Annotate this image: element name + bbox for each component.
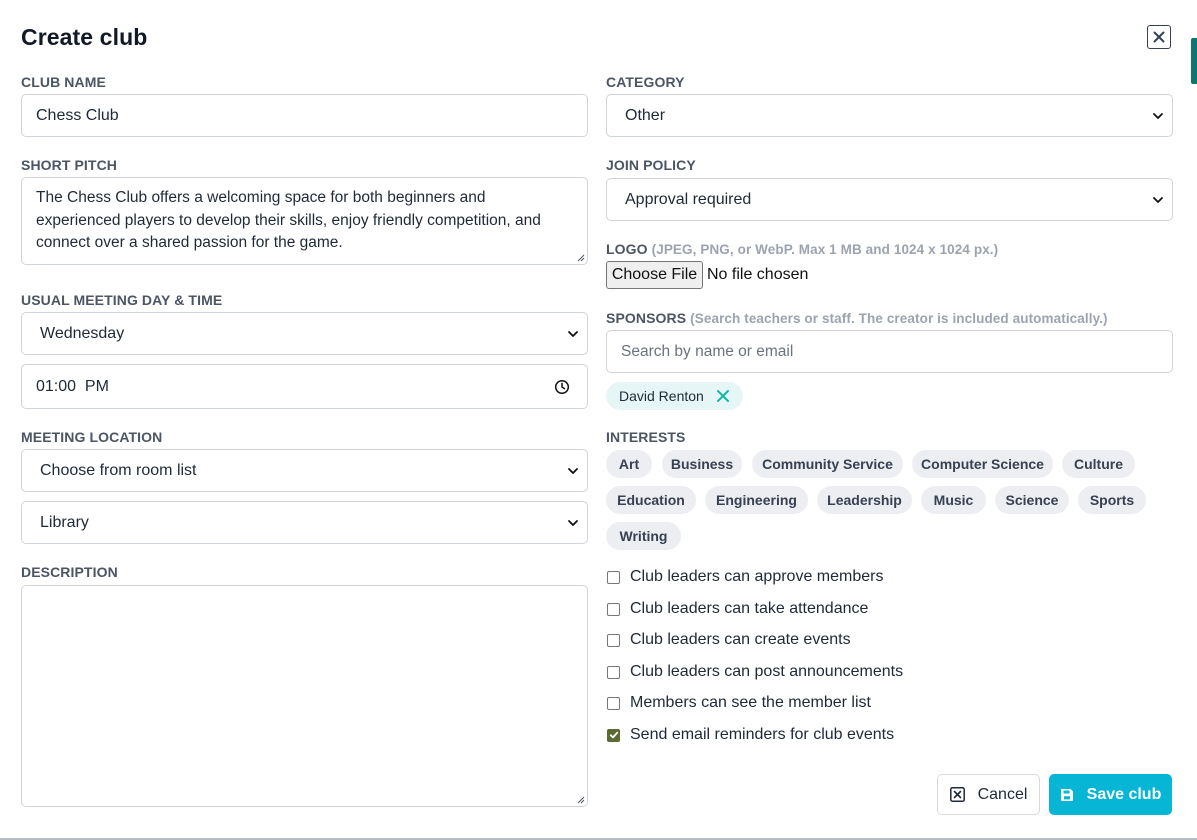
option-see-member-list[interactable]: Members can see the member list <box>606 693 871 713</box>
interest-tag-art[interactable]: Art <box>606 450 652 478</box>
option-label: Club leaders can take attendance <box>630 600 869 617</box>
option-take-attendance[interactable]: Club leaders can take attendance <box>606 599 868 619</box>
sponsors-label: SPONSORS (Search teachers or staff. The … <box>606 310 1108 326</box>
option-approve-members[interactable]: Club leaders can approve members <box>606 567 883 587</box>
short-pitch-textarea[interactable]: The Chess Club offers a welcoming space … <box>21 177 588 265</box>
location-room-value: Library <box>40 513 89 531</box>
option-label: Members can see the member list <box>630 694 871 711</box>
background-page-edge <box>1191 38 1197 84</box>
interests-label: INTERESTS <box>606 429 686 445</box>
option-create-events[interactable]: Club leaders can create events <box>606 630 851 650</box>
short-pitch-text: The Chess Club offers a welcoming space … <box>36 189 541 251</box>
remove-sponsor-button[interactable] <box>716 389 730 403</box>
interest-tag-engineering[interactable]: Engineering <box>705 486 808 514</box>
join-policy-label: JOIN POLICY <box>606 157 696 173</box>
option-label: Send email reminders for club events <box>630 726 895 743</box>
close-button[interactable] <box>1147 25 1171 49</box>
resize-grip-icon[interactable] <box>575 794 585 804</box>
chevron-down-icon <box>568 467 578 474</box>
option-post-announcements[interactable]: Club leaders can post announcements <box>606 662 903 682</box>
option-label: Club leaders can create events <box>630 631 851 648</box>
checkbox[interactable] <box>607 570 620 584</box>
join-policy-value: Approval required <box>625 190 752 208</box>
location-mode-select[interactable]: Choose from room list <box>21 449 588 492</box>
checkbox[interactable] <box>607 633 620 647</box>
join-policy-select[interactable]: Approval required <box>606 178 1173 221</box>
sponsors-label-text: SPONSORS <box>606 310 687 326</box>
location-mode-value: Choose from room list <box>40 461 197 479</box>
resize-grip-icon[interactable] <box>575 252 585 262</box>
category-value: Other <box>625 106 666 124</box>
create-club-modal: Create club CLUB NAME Chess Club SHORT P… <box>0 0 1197 840</box>
category-label: CATEGORY <box>606 74 685 90</box>
option-label: Club leaders can approve members <box>630 568 884 585</box>
cancel-button[interactable]: Cancel <box>937 774 1040 815</box>
meeting-day-select[interactable]: Wednesday <box>21 312 588 355</box>
interest-tag-culture[interactable]: Culture <box>1062 450 1135 478</box>
interest-tag-music[interactable]: Music <box>921 486 986 514</box>
meeting-time-value: 01:00 PM <box>36 377 109 395</box>
category-select[interactable]: Other <box>606 94 1173 137</box>
interest-tag-science[interactable]: Science <box>995 486 1069 514</box>
interest-tag-business[interactable]: Business <box>662 450 742 478</box>
option-email-reminders[interactable]: Send email reminders for club events <box>606 725 894 745</box>
meeting-label: USUAL MEETING DAY & TIME <box>21 292 223 308</box>
checkbox[interactable] <box>607 665 620 679</box>
chevron-down-icon <box>568 519 578 526</box>
save-label: Save club <box>1086 785 1162 803</box>
sponsor-chip-name: David Renton <box>619 388 704 404</box>
checkbox[interactable] <box>607 602 620 616</box>
description-textarea[interactable] <box>21 585 588 807</box>
club-name-input[interactable]: Chess Club <box>21 94 588 137</box>
interest-tag-sports[interactable]: Sports <box>1078 486 1146 514</box>
cancel-label: Cancel <box>977 785 1028 803</box>
description-label: DESCRIPTION <box>21 564 118 580</box>
logo-label: LOGO (JPEG, PNG, or WebP. Max 1 MB and 1… <box>606 241 998 257</box>
interest-tag-computer-science[interactable]: Computer Science <box>912 450 1053 478</box>
location-room-select[interactable]: Library <box>21 501 588 544</box>
sponsor-chip: David Renton <box>606 382 743 410</box>
save-icon <box>1060 788 1073 801</box>
save-club-button[interactable]: Save club <box>1049 774 1172 815</box>
clock-icon[interactable] <box>554 379 570 395</box>
location-label: MEETING LOCATION <box>21 429 163 445</box>
file-status-text: No file chosen <box>707 266 809 283</box>
meeting-day-value: Wednesday <box>40 324 125 342</box>
remove-x-icon <box>716 390 729 402</box>
interest-tag-writing[interactable]: Writing <box>606 522 681 550</box>
logo-hint: (JPEG, PNG, or WebP. Max 1 MB and 1024 x… <box>651 242 999 257</box>
checkbox-checked[interactable] <box>607 728 620 742</box>
interest-tag-leadership[interactable]: Leadership <box>817 486 912 514</box>
close-icon <box>1153 31 1165 43</box>
option-label: Club leaders can post announcements <box>630 663 904 680</box>
sponsors-hint: (Search teachers or staff. The creator i… <box>690 311 1108 326</box>
interest-tag-education[interactable]: Education <box>606 486 696 514</box>
meeting-time-input[interactable]: 01:00 PM <box>21 364 588 409</box>
checkmark-icon <box>609 731 618 739</box>
club-name-label: CLUB NAME <box>21 74 106 90</box>
short-pitch-label: SHORT PITCH <box>21 157 117 173</box>
modal-title: Create club <box>21 24 148 50</box>
logo-label-text: LOGO <box>606 241 648 257</box>
choose-file-button[interactable]: Choose File <box>606 261 703 289</box>
chevron-down-icon <box>1153 112 1163 119</box>
interest-tag-community-service[interactable]: Community Service <box>752 450 903 478</box>
chevron-down-icon <box>568 330 578 337</box>
checkbox[interactable] <box>607 696 620 710</box>
cancel-x-icon <box>949 787 965 802</box>
chevron-down-icon <box>1153 196 1163 203</box>
sponsor-search-input[interactable]: Search by name or email <box>606 330 1173 373</box>
